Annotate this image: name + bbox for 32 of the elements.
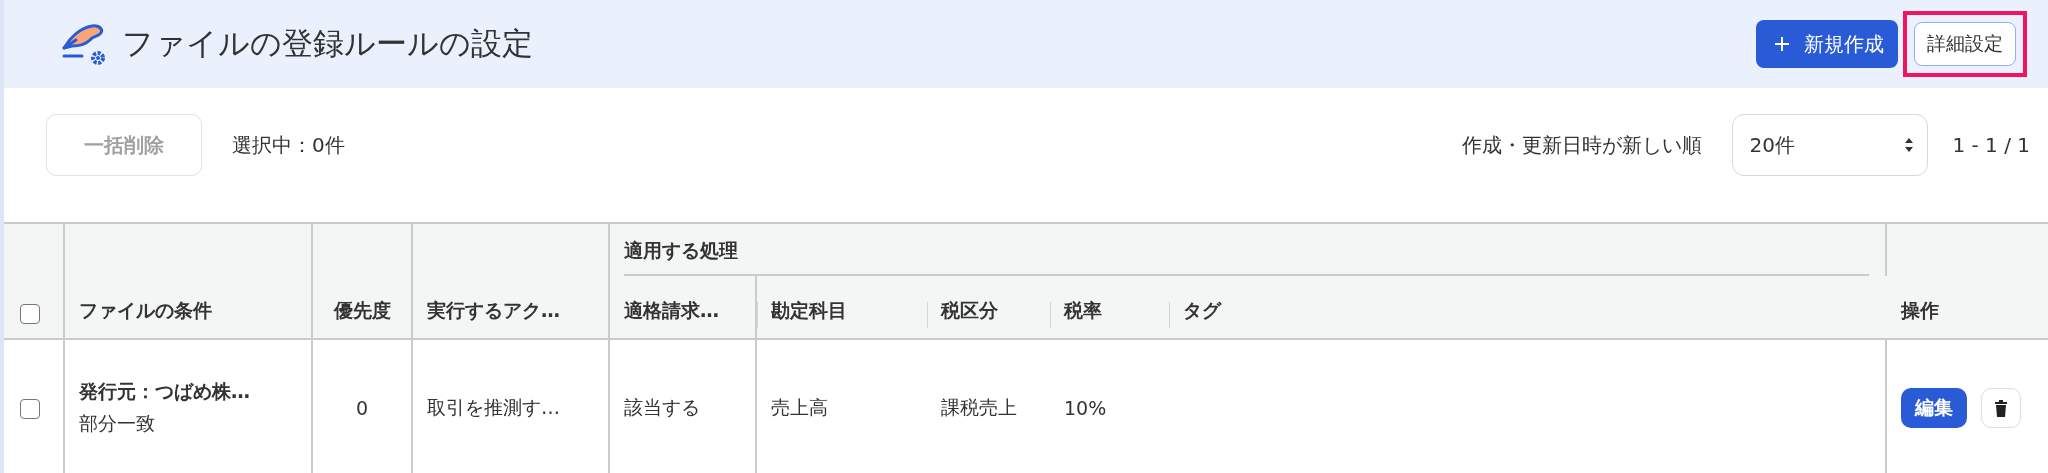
delete-button[interactable]: [1981, 388, 2021, 428]
selection-count: 選択中：0件: [232, 131, 345, 159]
table-cell: 0: [355, 397, 369, 419]
column-header: 勘定科目: [771, 299, 847, 321]
column-header: 適格請求…: [624, 299, 719, 321]
per-page-select[interactable]: 20件: [1732, 114, 1929, 176]
table-cell: 10%: [1064, 397, 1107, 419]
column-header: 優先度: [333, 299, 391, 321]
plus-icon: [1774, 36, 1790, 52]
table-cell: 取引を推測す…: [427, 396, 560, 418]
column-header: タグ: [1183, 299, 1221, 321]
column-header: 税区分: [941, 299, 998, 321]
updown-caret-icon: [1905, 138, 1914, 152]
table-cell: 該当する: [624, 396, 700, 418]
page-title: ファイルの登録ルールの設定: [122, 24, 533, 63]
table-cell: 売上高: [771, 396, 828, 418]
pagination-range: 1 - 1 / 1: [1952, 133, 2030, 157]
edit-button[interactable]: 編集: [1901, 388, 1967, 428]
table-cell-text: 発行元：つばめ株…: [79, 379, 251, 404]
quill-gear-icon: [60, 22, 108, 66]
trash-icon: [1994, 399, 2008, 417]
new-button[interactable]: 新規作成: [1756, 20, 1898, 68]
table-cell: 課税売上: [941, 396, 1017, 418]
column-header: 操作: [1901, 299, 1939, 321]
select-all-checkbox[interactable]: [20, 304, 40, 324]
table-cell-text: 部分一致: [79, 411, 156, 436]
column-header: 実行するアク…: [427, 299, 560, 321]
column-header: ファイルの条件: [79, 299, 212, 321]
detail-settings-button[interactable]: 詳細設定: [1914, 22, 2016, 66]
row-checkbox[interactable]: [20, 399, 40, 420]
sort-label: 作成・更新日時が新しい順: [1462, 131, 1703, 159]
column-header: 税率: [1064, 299, 1102, 321]
